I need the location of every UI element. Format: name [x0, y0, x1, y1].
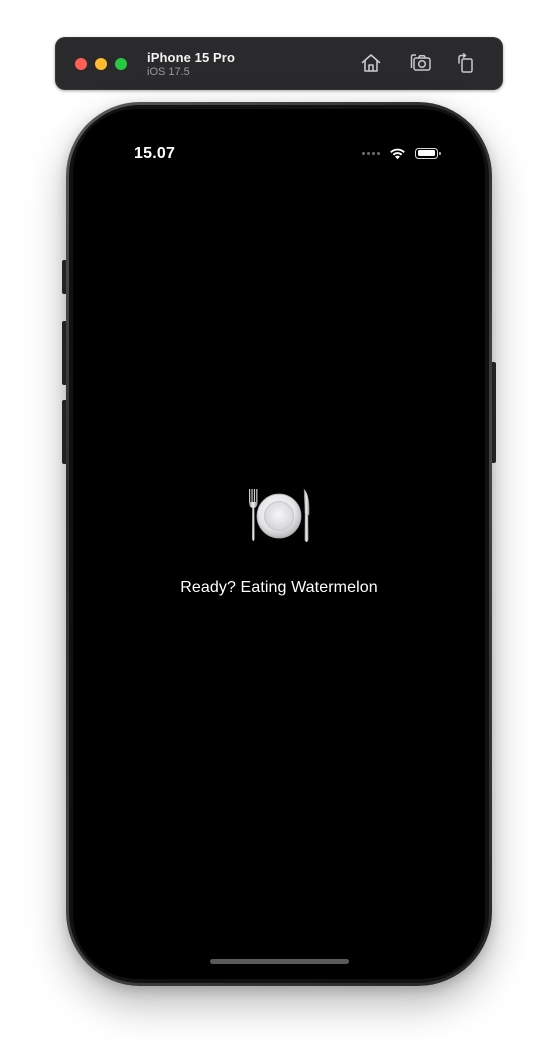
wifi-icon — [390, 148, 405, 159]
home-icon — [361, 54, 381, 72]
cellular-signal-icon — [362, 151, 380, 155]
home-button[interactable] — [359, 51, 383, 75]
home-indicator[interactable] — [210, 959, 349, 964]
phone-screen[interactable]: 15.07 Ready? Eating Watermelon — [73, 109, 485, 979]
rotate-icon — [458, 53, 473, 73]
battery-icon — [415, 147, 441, 159]
status-message: Ready? Eating Watermelon — [180, 579, 378, 596]
rotate-button[interactable] — [454, 51, 478, 75]
camera-icon — [410, 54, 431, 71]
simulator-canvas: iPhone 15 Pro iOS 17.5 15.07 Ready? Eati… — [0, 0, 559, 1062]
device-name: iPhone 15 Pro — [147, 50, 235, 65]
window-zoom-button[interactable] — [115, 58, 127, 70]
phone-frame: 15.07 Ready? Eating Watermelon — [66, 102, 492, 986]
screenshot-button[interactable] — [409, 51, 433, 75]
battery-level — [417, 150, 435, 156]
status-time: 15.07 — [134, 145, 176, 162]
os-version: iOS 17.5 — [147, 66, 190, 78]
window-close-button[interactable] — [75, 58, 87, 70]
content-area: Ready? Eating Watermelon — [73, 487, 485, 597]
window-minimize-button[interactable] — [95, 58, 107, 70]
status-indicators — [362, 145, 441, 161]
simulator-toolbar: iPhone 15 Pro iOS 17.5 — [55, 37, 503, 90]
fork-knife-plate-icon — [249, 488, 310, 542]
